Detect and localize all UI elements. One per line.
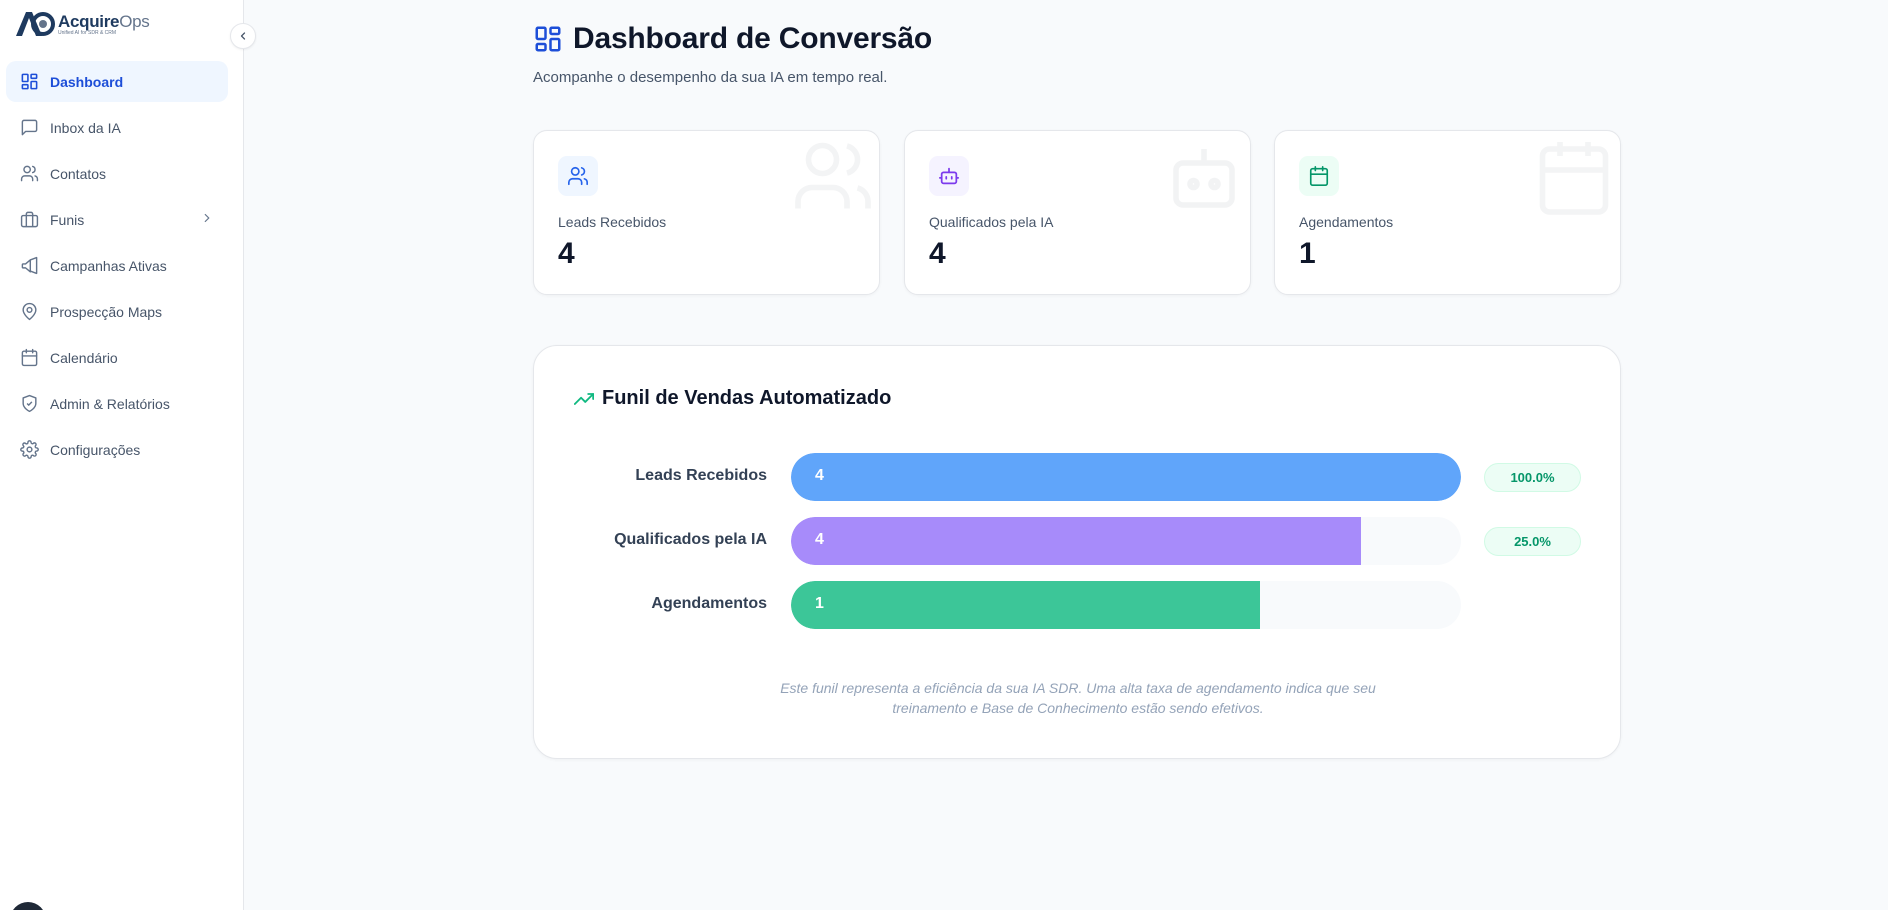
layout-grid-icon <box>535 26 561 52</box>
sidebar-item-label: Prospecção Maps <box>50 303 163 320</box>
sidebar-item-dashboard[interactable]: Dashboard <box>6 61 228 102</box>
funnel-title: Funil de Vendas Automatizado <box>602 387 892 409</box>
sidebar-item-inbox[interactable]: Inbox da IA <box>6 107 228 148</box>
sidebar-item-admin[interactable]: Admin & Relatórios <box>6 383 228 424</box>
sidebar-item-label: Calendário <box>50 349 118 366</box>
briefcase-icon <box>19 210 39 230</box>
calendar-icon <box>19 348 39 368</box>
message-square-icon <box>19 118 39 138</box>
sidebar-item-funis[interactable]: Funis <box>6 199 228 240</box>
users-watermark-icon <box>791 135 875 224</box>
stat-card-agendamentos: Agendamentos 1 <box>1274 130 1621 295</box>
sidebar-item-label: Inbox da IA <box>50 119 121 136</box>
conversion-badge: 100.0% <box>1484 463 1581 492</box>
bot-icon <box>929 156 969 196</box>
sidebar-item-calendario[interactable]: Calendário <box>6 337 228 378</box>
shield-check-icon <box>19 394 39 414</box>
funnel-row-label: Qualificados pela IA <box>614 531 767 548</box>
map-pin-icon <box>19 302 39 322</box>
chevron-left-icon <box>240 32 246 40</box>
funnel-row-label: Agendamentos <box>651 595 767 612</box>
sidebar-item-prospeccao[interactable]: Prospecção Maps <box>6 291 228 332</box>
sidebar: AcquireOps Unified AI for SDR & CRM Dash… <box>0 0 256 910</box>
page-title: Dashboard de Conversão <box>573 22 933 55</box>
funnel-bar-value: 4 <box>815 531 824 548</box>
stat-card-leads: Leads Recebidos 4 <box>533 130 880 295</box>
brand-name: AcquireOps <box>58 11 150 31</box>
chevron-right-icon <box>200 211 214 228</box>
sidebar-nav: Dashboard Inbox da IA Contatos Funis Cam… <box>6 61 228 475</box>
funnel-bar-fill <box>791 581 1260 629</box>
sidebar-item-label: Admin & Relatórios <box>50 395 170 412</box>
funnel-bar-fill <box>791 517 1361 565</box>
funnel-bar-track: 1 <box>791 581 1461 629</box>
sidebar-item-label: Campanhas Ativas <box>50 257 167 274</box>
funnel-bar-track: 4 <box>791 517 1461 565</box>
funnel-header: Funil de Vendas Automatizado <box>574 387 891 410</box>
sidebar-item-label: Contatos <box>50 165 107 182</box>
bot-watermark-icon <box>1162 135 1246 224</box>
logo-mark-icon <box>14 10 56 38</box>
funnel-row-agendamentos: Agendamentos 1 <box>534 581 1622 629</box>
sidebar-item-label: Configurações <box>50 441 141 458</box>
stat-value: 1 <box>1299 237 1316 270</box>
sidebar-item-contatos[interactable]: Contatos <box>6 153 228 194</box>
stat-label: Leads Recebidos <box>558 214 667 230</box>
layout-grid-icon <box>19 72 39 92</box>
funnel-card: Funil de Vendas Automatizado Leads Receb… <box>533 345 1621 759</box>
conversion-badge: 25.0% <box>1484 527 1581 556</box>
funnel-bar-fill <box>791 453 1461 501</box>
stat-label: Qualificados pela IA <box>929 214 1054 230</box>
stat-value: 4 <box>558 237 575 270</box>
funnel-row-label: Leads Recebidos <box>635 467 767 484</box>
megaphone-icon <box>19 256 39 276</box>
funnel-row-qualificados: Qualificados pela IA 4 25.0% <box>534 517 1622 565</box>
funnel-bar-value: 1 <box>815 595 824 612</box>
settings-icon <box>19 440 39 460</box>
page-header: Dashboard de Conversão <box>533 22 932 56</box>
brand-tagline: Unified AI for SDR & CRM <box>58 29 117 36</box>
funnel-row-leads: Leads Recebidos 4 100.0% <box>534 453 1622 501</box>
stat-label: Agendamentos <box>1299 214 1394 230</box>
page-subtitle: Acompanhe o desempenho da sua IA em temp… <box>533 69 888 86</box>
funnel-footnote: Este funil representa a eficiência da su… <box>780 680 1376 716</box>
sidebar-item-campanhas[interactable]: Campanhas Ativas <box>6 245 228 286</box>
calendar-watermark-icon <box>1532 135 1616 224</box>
stat-value: 4 <box>929 237 946 270</box>
sidebar-item-label: Funis <box>50 211 85 228</box>
funnel-bar-value: 4 <box>815 467 824 484</box>
sidebar-item-configuracoes[interactable]: Configurações <box>6 429 228 470</box>
calendar-icon <box>1299 156 1339 196</box>
user-avatar[interactable] <box>10 902 46 910</box>
trending-up-icon <box>574 392 594 405</box>
stat-card-qualificados: Qualificados pela IA 4 <box>904 130 1251 295</box>
users-icon <box>558 156 598 196</box>
sidebar-item-label: Dashboard <box>50 73 124 90</box>
collapse-sidebar-button[interactable] <box>230 23 256 49</box>
brand-logo[interactable]: AcquireOps Unified AI for SDR & CRM <box>14 8 150 40</box>
main-content: Dashboard de Conversão Acompanhe o desem… <box>244 0 1888 910</box>
funnel-bar-track: 4 <box>791 453 1461 501</box>
users-icon <box>19 164 39 184</box>
